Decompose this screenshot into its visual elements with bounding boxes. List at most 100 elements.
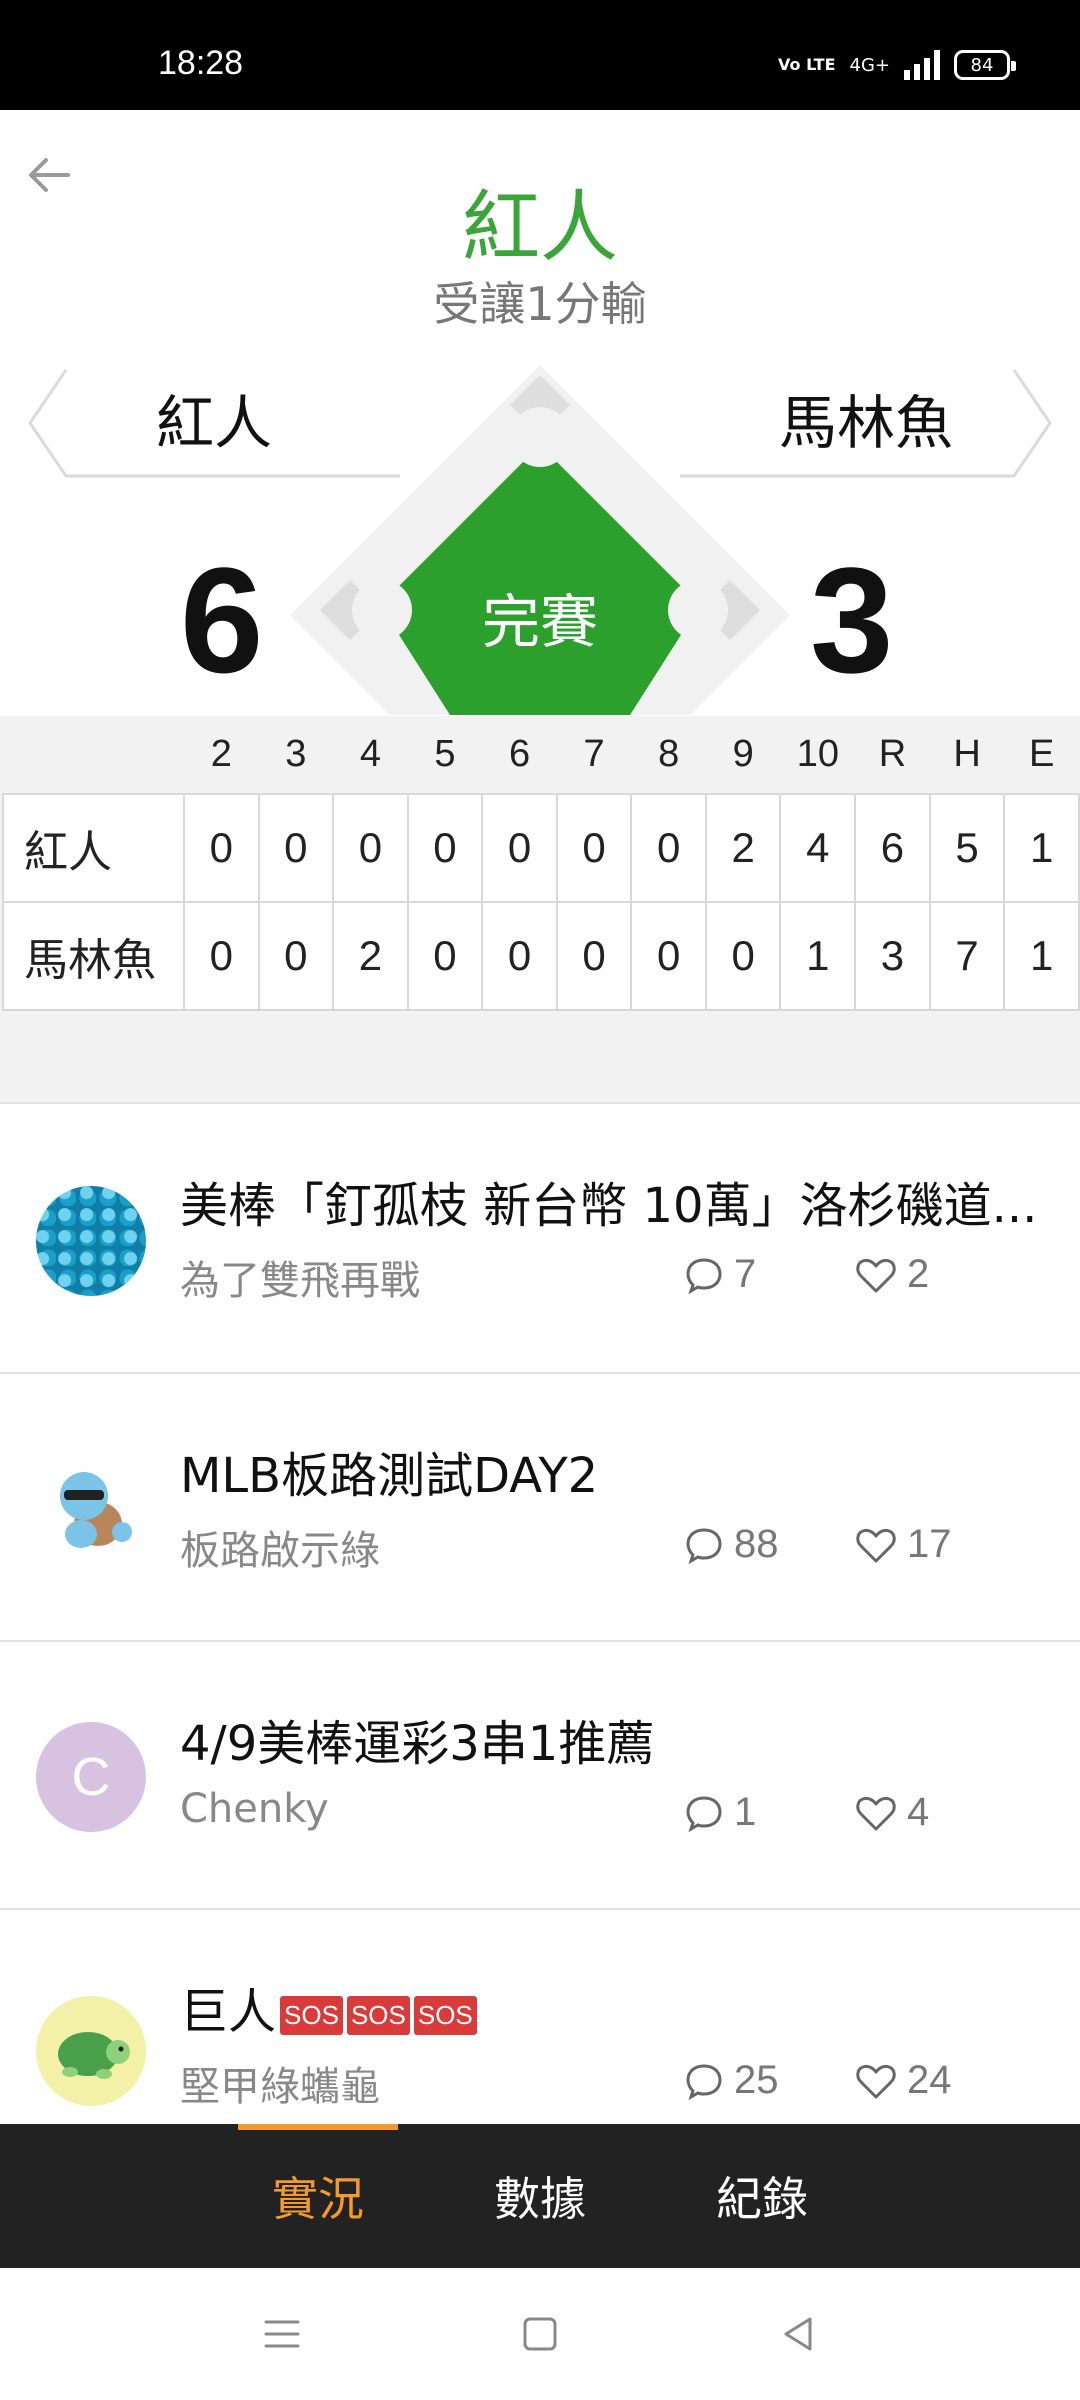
post-title: 巨人 SOS SOS SOS [180,1972,477,2042]
score-cell: 2 [704,793,782,903]
row-team-name: 紅人 [2,793,185,903]
score-cell: 0 [555,901,633,1011]
home-icon[interactable] [520,2314,560,2354]
sos-badge: SOS [413,1995,477,2035]
score-cell: 1 [1003,793,1080,903]
sos-badge: SOS [280,1995,343,2035]
score-cell: 0 [630,901,707,1011]
header-inning-10: 10 [796,733,839,775]
comment-count: 25 [684,2058,779,2103]
avatar[interactable] [36,1996,146,2106]
like-count-value: 4 [907,1790,930,1834]
like-count[interactable]: 24 [855,2058,952,2103]
score-cell: 0 [406,793,484,903]
box-score-table: 2 3 4 5 6 7 8 9 10 R H E 紅人 0 0 0 0 0 0 … [2,716,1080,1011]
tab-stats[interactable]: 數據 [440,2124,640,2268]
score-cell: 0 [406,901,484,1011]
like-count-value: 24 [907,2058,952,2102]
winner-team: 紅人 [461,183,618,273]
post-title: 4/9美棒運彩3串1推薦 [180,1716,655,1772]
tab-records[interactable]: 紀錄 [662,2124,862,2268]
betting-result: 受讓1分輸 [433,277,647,331]
comment-icon [686,1257,722,1294]
comment-icon [686,1527,722,1564]
like-count-value: 2 [907,1252,930,1296]
header-inning-7: 7 [583,733,605,775]
battery-icon: 84 [954,50,1016,80]
header-inning-3: 3 [285,733,307,775]
score-cell: 0 [555,793,633,903]
bottom-tab-bar: 實況 數據 紀錄 [0,2124,1080,2268]
game-status: 完賽 [481,588,598,656]
tab-live[interactable]: 實況 [218,2124,418,2268]
heart-icon [856,1258,896,1292]
comment-icon [686,1795,722,1832]
post-author: 板路啟示綠 [180,1528,380,1574]
baseball-diamond [290,365,790,715]
score-cell: 0 [481,901,558,1011]
header-inning-6: 6 [508,733,531,775]
score-cell: 2 [332,901,409,1011]
comment-count: 7 [684,1252,756,1297]
table-row: 馬林魚 0 0 2 0 0 0 0 0 1 3 7 1 [2,901,1080,1011]
home-score: 3 [810,536,894,704]
table-row: 紅人 0 0 0 0 0 0 0 2 4 6 5 1 [2,793,1080,903]
score-cell: 0 [481,793,558,903]
comment-count-value: 7 [734,1252,757,1296]
comment-count-value: 25 [734,2058,779,2102]
comment-count-value: 1 [734,1790,757,1834]
header-runs: R [878,733,907,775]
status-time: 18:28 [158,44,244,82]
header-inning-8: 8 [658,733,680,775]
score-cell: 0 [704,901,782,1011]
header-inning-5: 5 [434,733,456,775]
avatar[interactable] [36,1186,146,1296]
heart-icon [856,2064,896,2098]
score-cell: 7 [928,901,1006,1011]
score-cell: 0 [332,793,409,903]
header-team-spacer [3,716,184,794]
score-cell: 0 [630,793,707,903]
score-cell: 0 [182,793,260,903]
score-cell: 1 [779,901,857,1011]
list-item[interactable]: 美棒「釘孤枝 新台幣 10萬」洛杉磯道... 為了雙飛再戰 7 2 [0,1104,1080,1372]
like-count[interactable]: 17 [855,1522,952,1567]
list-item[interactable]: C 4/9美棒運彩3串1推薦 Chenky 1 4 [0,1642,1080,1910]
avatar[interactable] [36,1454,146,1564]
score-cell: 6 [854,793,931,903]
signal-icon [904,50,940,80]
like-count[interactable]: 4 [855,1790,929,1835]
away-score: 6 [180,536,264,704]
post-title-text: 巨人 [180,1984,277,2040]
list-item[interactable]: 巨人 SOS SOS SOS 堅甲綠蠵龜 25 24 [0,1910,1080,2124]
score-cell: 1 [1003,901,1080,1011]
like-count-value: 17 [907,1522,952,1566]
sos-badge: SOS [346,1995,410,2035]
comment-icon [686,2063,722,2100]
score-cell: 5 [928,793,1006,903]
list-item[interactable]: MLB板路測試DAY2 板路啟示綠 88 17 [0,1374,1080,1642]
back-triangle-icon[interactable] [778,2314,818,2354]
post-title: MLB板路測試DAY2 [180,1448,599,1504]
heart-icon [856,1528,896,1562]
avatar-letter: C [71,1747,111,1807]
score-cell: 4 [779,793,857,903]
battery-level: 84 [970,54,994,76]
network-type: 4G+ [849,54,890,76]
status-icons: Vo LTE 4G+ 84 [778,50,1016,80]
menu-icon[interactable] [262,2314,302,2354]
row-team-name: 馬林魚 [2,901,185,1011]
comment-count: 1 [684,1790,756,1835]
system-nav-bar [0,2268,1080,2400]
avatar[interactable]: C [36,1722,146,1832]
score-cell: 0 [182,901,260,1011]
header-inning-2: 2 [210,733,232,775]
post-author: 為了雙飛再戰 [180,1258,420,1304]
box-score-header: 2 3 4 5 6 7 8 9 10 R H E [3,716,1079,794]
like-count[interactable]: 2 [855,1252,929,1297]
volte-icon: Vo LTE [778,55,836,74]
header-inning-9: 9 [732,733,754,775]
comment-count-value: 88 [734,1522,779,1566]
post-title: 美棒「釘孤枝 新台幣 10萬」洛杉磯道... [180,1178,1038,1234]
header-hits: H [953,733,981,775]
